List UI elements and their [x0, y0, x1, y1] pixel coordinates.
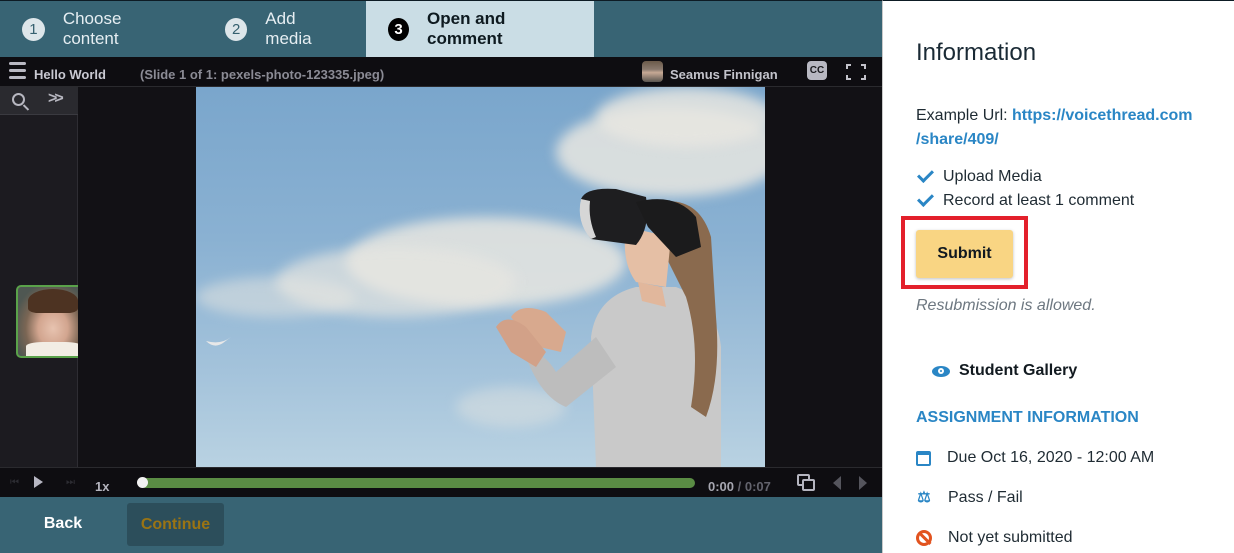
slides-icon[interactable] [797, 474, 815, 491]
resubmission-note: Resubmission is allowed. [916, 297, 1096, 314]
information-panel: Information Example Url: https://voiceth… [882, 0, 1234, 553]
submit-button[interactable]: Submit [916, 230, 1013, 278]
requirement-label: Record at least 1 comment [943, 192, 1135, 209]
time-separator: / [734, 479, 745, 494]
url-link-part1[interactable]: https://voicethread.com [1012, 107, 1192, 124]
step-number: 1 [22, 17, 45, 41]
skip-back-icon[interactable]: ⏮ [10, 477, 19, 488]
main-area: 1 Choose content 2 Add media 3 Open and … [0, 0, 882, 553]
step-label: Open and comment [427, 9, 506, 48]
rail-toolbar: >> [0, 87, 78, 115]
student-gallery-link[interactable]: Student Gallery [932, 362, 1077, 380]
grading-text: Pass / Fail [948, 489, 1023, 506]
example-url: Example Url: https://voicethread.com/sha… [916, 104, 1216, 152]
fullscreen-icon[interactable] [846, 64, 866, 80]
slide-stage [78, 87, 882, 467]
time-readout: 0:00 / 0:07 [708, 479, 771, 494]
url-label: Example Url: [916, 107, 1013, 124]
skip-forward-icon[interactable]: ⏭ [66, 477, 75, 488]
calendar-icon [916, 450, 931, 466]
eye-icon [932, 365, 950, 377]
due-date-text: Due Oct 16, 2020 - 12:00 AM [947, 449, 1155, 466]
playback-controls: ⏮ ⏭ 1x 0:00 / 0:07 [0, 467, 882, 497]
prohibited-icon [916, 530, 932, 546]
step-add-media[interactable]: 2 Add media [203, 1, 366, 57]
voicethread-player: Hello World (Slide 1 of 1: pexels-photo-… [0, 57, 882, 497]
submission-status: Not yet submitted [916, 529, 1073, 547]
playback-speed[interactable]: 1x [95, 479, 109, 494]
thread-title: Hello World [34, 67, 106, 82]
slide-info: (Slide 1 of 1: pexels-photo-123335.jpeg) [140, 67, 385, 82]
step-number: 2 [225, 17, 248, 41]
back-button[interactable]: Back [22, 505, 104, 543]
checkmark-icon [917, 166, 934, 183]
assignment-info-heading: ASSIGNMENT INFORMATION [916, 409, 1139, 426]
progress-bar[interactable] [137, 477, 695, 488]
slide-image [196, 87, 765, 467]
closed-captions-button[interactable]: CC [807, 61, 827, 80]
time-current: 0:00 [708, 479, 735, 494]
time-total: 0:07 [744, 479, 771, 494]
comment-rail: >> [0, 87, 90, 467]
gallery-label: Student Gallery [959, 362, 1078, 379]
next-slide-icon[interactable] [859, 476, 867, 490]
checkmark-icon [917, 190, 934, 207]
step-tabs: 1 Choose content 2 Add media 3 Open and … [0, 0, 882, 57]
requirement-item: Record at least 1 comment [916, 190, 1135, 210]
person-with-vr-headset [206, 188, 721, 467]
url-link-part2[interactable]: /share/409/ [916, 131, 999, 148]
due-date: Due Oct 16, 2020 - 12:00 AM [916, 449, 1154, 467]
progress-handle[interactable] [137, 477, 148, 488]
requirement-item: Upload Media [916, 166, 1042, 186]
wizard-footer: Back Continue [0, 497, 882, 553]
previous-slide-icon[interactable] [833, 476, 841, 490]
balance-scale-icon: ⚖ [917, 489, 931, 506]
step-number: 3 [388, 17, 410, 41]
hamburger-icon[interactable] [9, 62, 26, 79]
status-text: Not yet submitted [948, 529, 1073, 546]
step-open-and-comment[interactable]: 3 Open and comment [366, 1, 594, 57]
player-header: Hello World (Slide 1 of 1: pexels-photo-… [0, 57, 882, 87]
user-avatar[interactable] [642, 61, 663, 82]
step-label: Choose content [62, 9, 122, 48]
step-choose-content[interactable]: 1 Choose content [0, 1, 203, 57]
app-root: 1 Choose content 2 Add media 3 Open and … [0, 0, 1234, 553]
user-name[interactable]: Seamus Finnigan [670, 67, 778, 82]
expand-icon[interactable]: >> [48, 90, 64, 108]
panel-title: Information [916, 39, 1037, 66]
step-label: Add media [265, 9, 312, 48]
grading-type: ⚖ Pass / Fail [916, 489, 1023, 507]
search-icon[interactable] [12, 93, 25, 106]
requirement-label: Upload Media [943, 168, 1042, 185]
play-icon[interactable] [34, 476, 43, 488]
continue-button[interactable]: Continue [127, 503, 224, 546]
